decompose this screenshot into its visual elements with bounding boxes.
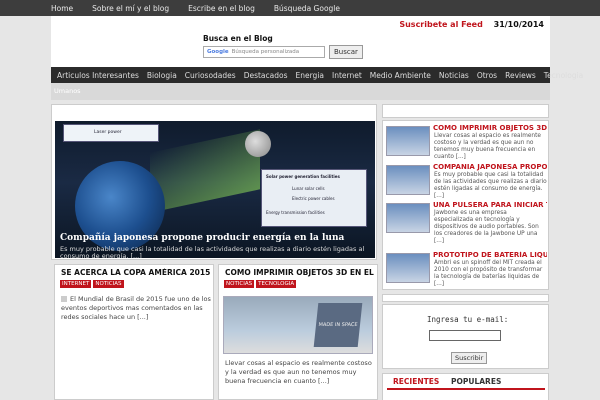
tag-link[interactable]: NOTICIAS xyxy=(93,280,124,288)
post-card: SE ACERCA LA COPA AMÉRICA 2015 INTERNET … xyxy=(54,264,214,400)
sidebar-post[interactable]: PROTOTIPO DE BATERÍA LIQUIDA Ambri es un… xyxy=(386,251,547,289)
sidebar-ad-strip xyxy=(382,104,549,118)
search-form: Google Búsqueda personalizada Buscar xyxy=(203,45,363,59)
solar-diagram: Solar power generation facilities Lunar … xyxy=(261,169,367,227)
category-curiosidades[interactable]: Curiosodades xyxy=(185,71,236,80)
site-header: Suscribete al Feed 31/10/2014 Busca en e… xyxy=(51,16,550,67)
nav-google-search-link[interactable]: Búsqueda Google xyxy=(274,4,340,13)
category-biologia[interactable]: Biologia xyxy=(147,71,177,80)
search-input[interactable]: Google Búsqueda personalizada xyxy=(203,46,325,58)
featured-slider: Laser power Solar power generation facil… xyxy=(51,104,377,260)
category-reviews[interactable]: Reviews xyxy=(505,71,536,80)
tab-recientes[interactable]: RECIENTES xyxy=(393,377,439,386)
category-noticias[interactable]: Noticias xyxy=(439,71,469,80)
search-title: Busca en el Blog xyxy=(203,34,273,43)
sidebar-post-excerpt: Jawbone es una empresa especializada en … xyxy=(434,210,539,244)
sidebar-post-excerpt: Ambri es un spinoff del MIT creada el 20… xyxy=(434,260,543,287)
feed-area: Suscribete al Feed 31/10/2014 xyxy=(399,20,544,29)
post-title[interactable]: SE ACERCA LA COPA AMÉRICA 2015 xyxy=(61,268,211,277)
current-date: 31/10/2014 xyxy=(493,20,544,29)
sidebar-post-thumbnail xyxy=(386,165,430,195)
subcategory-bar: Umanos xyxy=(51,83,550,100)
sidebar-post-title[interactable]: COMPAÑIA JAPONESA PROPONE xyxy=(433,163,547,171)
energy-beam xyxy=(150,129,260,213)
category-otros[interactable]: Otros xyxy=(477,71,497,80)
post-excerpt: Llevar cosas al espacio es realmente cos… xyxy=(225,359,372,385)
category-energia[interactable]: Energia xyxy=(296,71,325,80)
posts-tabs: RECIENTES POPULARES xyxy=(382,373,549,400)
category-bar: Articulos Interesantes Biologia Curiosod… xyxy=(51,67,583,83)
subscribe-widget: Ingresa tu e-mail: Suscribir xyxy=(382,304,549,369)
sidebar-post-title[interactable]: PROTOTIPO DE BATERÍA LIQUIDA xyxy=(433,251,547,259)
sidebar-divider xyxy=(382,294,549,302)
search-placeholder: Búsqueda personalizada xyxy=(231,49,300,55)
tab-populares[interactable]: POPULARES xyxy=(451,377,501,386)
category-destacados[interactable]: Destacados xyxy=(244,71,288,80)
search-button[interactable]: Buscar xyxy=(329,45,363,59)
sidebar-post[interactable]: COMPAÑIA JAPONESA PROPONE Es muy probabl… xyxy=(386,163,547,201)
category-tecnologia[interactable]: Tecnologia xyxy=(544,71,584,80)
category-internet[interactable]: Internet xyxy=(332,71,362,80)
category-medio-ambiente[interactable]: Medio Ambiente xyxy=(370,71,431,80)
post-excerpt: El Mundial de Brasil de 2015 fue uno de … xyxy=(61,295,211,321)
nav-home-link[interactable]: Home xyxy=(51,4,73,13)
image-placeholder-icon xyxy=(61,296,67,302)
sidebar-post-title[interactable]: UNA PULSERA PARA INICIAR TU xyxy=(433,201,547,209)
subcategory-link[interactable]: Umanos xyxy=(54,87,81,95)
post-title[interactable]: COMO IMPRIMIR OBJETOS 3D EN EL ESPACIO xyxy=(225,268,375,277)
subscribe-label: Ingresa tu e-mail: xyxy=(427,315,509,324)
sidebar-post[interactable]: UNA PULSERA PARA INICIAR TU Jawbone es u… xyxy=(386,201,547,247)
sidebar-post-excerpt: Es muy probable que casi la totalidad de… xyxy=(434,172,547,199)
featured-excerpt: Es muy probable que casi la totalidad de… xyxy=(60,245,365,258)
google-logo-icon: Google xyxy=(207,49,229,55)
featured-image[interactable]: Laser power Solar power generation facil… xyxy=(55,121,375,258)
email-field[interactable] xyxy=(429,330,501,341)
tag-link[interactable]: INTERNET xyxy=(60,280,92,288)
post-card: COMO IMPRIMIR OBJETOS 3D EN EL ESPACIO N… xyxy=(218,264,378,400)
moon-image xyxy=(245,131,271,157)
sidebar-post-thumbnail xyxy=(386,126,430,156)
post-tags: INTERNET NOTICIAS xyxy=(60,280,126,288)
feed-subscribe-link[interactable]: Suscribete al Feed xyxy=(399,20,482,29)
nav-write-link[interactable]: Escribe en el blog xyxy=(188,4,255,13)
category-articulos[interactable]: Articulos Interesantes xyxy=(57,71,139,80)
subscribe-button[interactable]: Suscribir xyxy=(451,352,488,364)
sidebar-post-title[interactable]: COMO IMPRIMIR OBJETOS 3D EN xyxy=(433,124,547,132)
recent-posts-widget: COMO IMPRIMIR OBJETOS 3D EN Llevar cosas… xyxy=(382,120,549,290)
top-navigation: Home Sobre el mí y el blog Escribe en el… xyxy=(0,0,600,16)
sidebar-post-excerpt: Llevar cosas al espacio es realmente cos… xyxy=(434,133,541,160)
laser-diagram: Laser power xyxy=(63,124,159,142)
post-thumbnail[interactable]: MADE IN SPACE xyxy=(223,296,373,354)
tag-link[interactable]: NOTICIAS xyxy=(224,280,255,288)
tag-link[interactable]: TECNOLOGIA xyxy=(256,280,297,288)
sidebar-post[interactable]: COMO IMPRIMIR OBJETOS 3D EN Llevar cosas… xyxy=(386,124,547,162)
tab-underline xyxy=(387,388,545,390)
post-tags: NOTICIAS TECNOLOGIA xyxy=(224,280,298,288)
nav-about-link[interactable]: Sobre el mí y el blog xyxy=(92,4,169,13)
made-in-space-box: MADE IN SPACE xyxy=(313,303,363,347)
sidebar-post-thumbnail xyxy=(386,203,430,233)
featured-title[interactable]: Compañía japonesa propone producir energ… xyxy=(60,233,344,243)
sidebar-post-thumbnail xyxy=(386,253,430,283)
